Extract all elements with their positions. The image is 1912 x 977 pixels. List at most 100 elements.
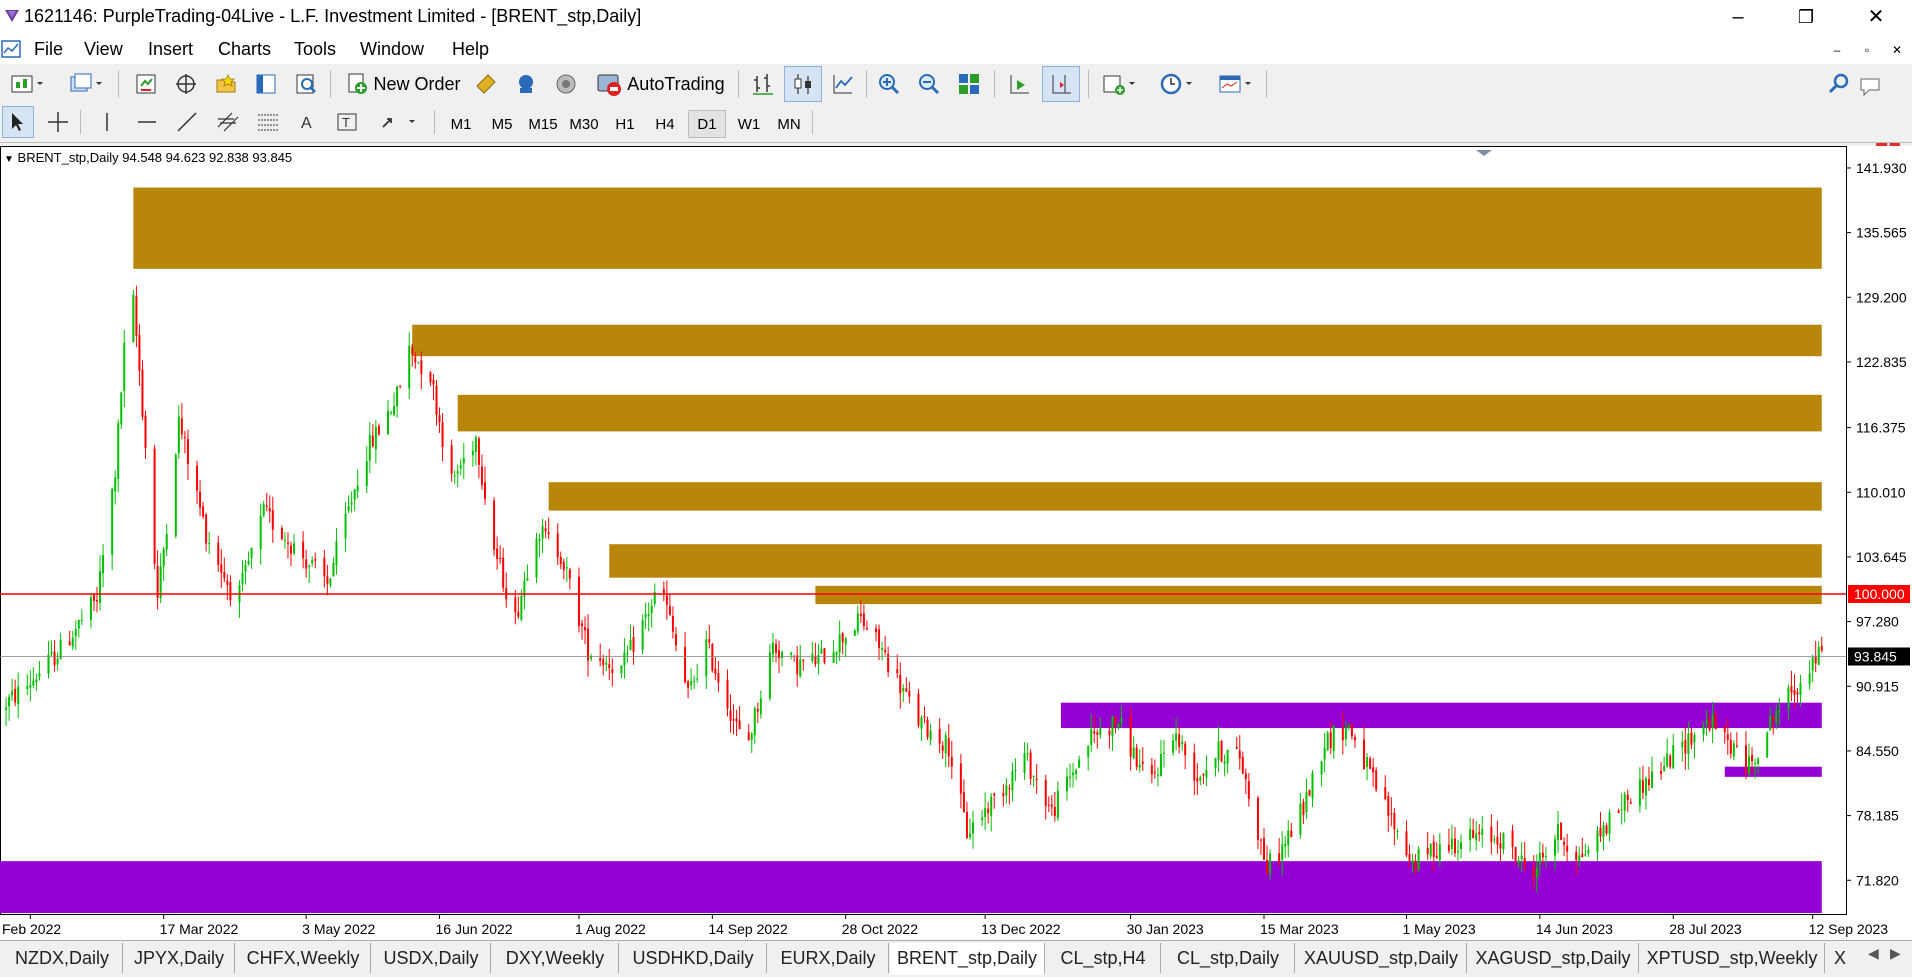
chart-window-icon[interactable] <box>0 38 22 60</box>
candle-body <box>1305 791 1308 813</box>
candle-body <box>1817 646 1820 665</box>
periods-button[interactable] <box>1150 68 1202 100</box>
mdi-close-button[interactable]: ✕ <box>1886 40 1908 60</box>
signals-button[interactable] <box>510 68 542 100</box>
menu-help[interactable]: Help <box>452 39 489 60</box>
timeframe-w1[interactable]: W1 <box>730 110 768 138</box>
candle-body <box>1796 692 1799 695</box>
tab-dxy-weekly[interactable]: DXY,Weekly <box>492 943 619 973</box>
candle-body <box>1651 771 1654 788</box>
timeframe-m1[interactable]: M1 <box>442 110 480 138</box>
tab-xptusd-stp-weekly[interactable]: XPTUSD_stp,Weekly <box>1640 943 1825 973</box>
candle-body <box>71 637 74 647</box>
zoom-out-button[interactable] <box>912 68 946 100</box>
menu-window[interactable]: Window <box>360 39 424 60</box>
timeframe-m15[interactable]: M15 <box>524 110 562 138</box>
trendline-button[interactable] <box>172 106 202 138</box>
chart-shift-button[interactable] <box>1042 66 1080 102</box>
menu-charts[interactable]: Charts <box>218 39 271 60</box>
tab-nzdx-daily[interactable]: NZDX,Daily <box>2 943 123 973</box>
tab-eurx-daily[interactable]: EURX,Daily <box>768 943 889 973</box>
menu-tools[interactable]: Tools <box>294 39 336 60</box>
autotrading-button[interactable]: AutoTrading <box>590 68 730 100</box>
tile-windows-button[interactable] <box>952 68 986 100</box>
candle-body <box>790 652 793 655</box>
profiles-button[interactable] <box>60 68 112 100</box>
strategy-tester-button[interactable] <box>290 68 322 100</box>
maximize-button[interactable]: ❐ <box>1778 2 1834 32</box>
navigator-button[interactable] <box>210 68 242 100</box>
menu-file[interactable]: File <box>34 39 63 60</box>
data-window-button[interactable] <box>170 68 202 100</box>
candle-body <box>29 685 32 688</box>
metaeditor-button[interactable] <box>470 68 502 100</box>
candle-body <box>459 465 462 469</box>
market-watch-button[interactable] <box>130 68 162 100</box>
candlestick-button[interactable] <box>784 66 822 102</box>
new-order-button[interactable]: New Order <box>340 68 466 100</box>
tab-xauusd-stp-daily[interactable]: XAUUSD_stp,Daily <box>1296 943 1467 973</box>
search-button[interactable] <box>1824 68 1854 100</box>
tab-scroll-left-icon[interactable]: ◀ <box>1868 945 1879 962</box>
bar-chart-button[interactable] <box>746 68 780 100</box>
tab-chfx-weekly[interactable]: CHFX,Weekly <box>236 943 371 973</box>
tab-usdx-daily[interactable]: USDX,Daily <box>372 943 491 973</box>
mdi-minimize-button[interactable]: – <box>1826 40 1848 60</box>
vertical-line-button[interactable] <box>92 106 122 138</box>
arrows-button[interactable] <box>372 106 426 138</box>
tab-truncated[interactable]: X <box>1826 943 1862 973</box>
text-button[interactable]: A <box>292 106 322 138</box>
y-axis-label: 141.930 <box>1856 160 1907 176</box>
minimize-button[interactable]: – <box>1710 2 1766 32</box>
cursor-button[interactable] <box>2 106 34 138</box>
candle-body <box>1069 776 1072 778</box>
crosshair-button[interactable] <box>42 106 74 138</box>
candle-body <box>1175 733 1178 741</box>
candle-body <box>1587 849 1590 854</box>
candle-body <box>247 560 250 565</box>
tab-scroll-right-icon[interactable]: ▶ <box>1890 945 1901 962</box>
tab-cl-stp-daily[interactable]: CL_stp,Daily <box>1162 943 1295 973</box>
chat-button[interactable] <box>1856 70 1884 102</box>
equidistant-channel-button[interactable] <box>212 106 244 138</box>
line-chart-button[interactable] <box>826 68 860 100</box>
zoom-in-button[interactable] <box>872 68 906 100</box>
horizontal-line-button[interactable] <box>132 106 162 138</box>
menu-insert[interactable]: Insert <box>148 39 193 60</box>
text-icon: A <box>301 115 312 132</box>
timeframe-d1[interactable]: D1 <box>688 110 726 138</box>
menu-view[interactable]: View <box>84 39 123 60</box>
candle-body <box>905 688 908 692</box>
timeframe-m30[interactable]: M30 <box>565 110 603 138</box>
new-chart-button[interactable] <box>2 68 52 100</box>
mdi-restore-button[interactable]: ▫ <box>1856 40 1878 60</box>
timeframe-h4[interactable]: H4 <box>646 110 684 138</box>
tab-xagusd-stp-daily[interactable]: XAGUSD_stp,Daily <box>1468 943 1639 973</box>
candle-body <box>938 728 941 744</box>
y-axis-label: 97.280 <box>1856 614 1899 630</box>
terminal-button[interactable] <box>250 68 282 100</box>
price-chart[interactable]: 141.930 135.565 129.200 122.835 116.375 110.0… <box>0 146 1912 940</box>
tab-usdhkd-daily[interactable]: USDHKD,Daily <box>620 943 767 973</box>
tab-jpyx-daily[interactable]: JPYX,Daily <box>124 943 235 973</box>
collapse-triangle-icon[interactable]: ▼ <box>4 154 14 165</box>
close-button[interactable]: ✕ <box>1848 2 1904 32</box>
indicators-button[interactable] <box>1094 68 1144 100</box>
candle-body <box>1150 765 1153 775</box>
candle-body <box>862 613 865 626</box>
tab-brent-stp-daily[interactable]: BRENT_stp,Daily <box>890 943 1045 975</box>
text-label-button[interactable]: T <box>332 106 362 138</box>
supply-zone <box>815 585 1822 605</box>
timeframe-h1[interactable]: H1 <box>606 110 644 138</box>
fibonacci-button[interactable] <box>252 106 284 138</box>
chart-window[interactable]: 141.930 135.565 129.200 122.835 116.375 110.0… <box>0 146 1912 940</box>
market-button[interactable] <box>550 68 582 100</box>
autoscroll-button[interactable] <box>1002 68 1036 100</box>
timeframe-m5[interactable]: M5 <box>483 110 521 138</box>
timeframe-mn[interactable]: MN <box>770 110 808 138</box>
candle-body <box>1751 754 1754 762</box>
candle-body <box>138 334 141 371</box>
candle-body <box>353 489 356 500</box>
templates-button[interactable] <box>1208 68 1262 100</box>
tab-cl-stp-h4[interactable]: CL_stp,H4 <box>1046 943 1161 973</box>
